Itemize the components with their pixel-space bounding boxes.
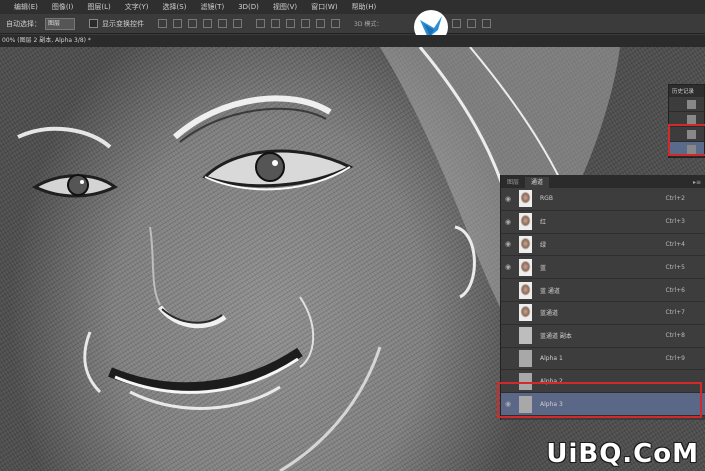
- history-state-thumb: [687, 99, 696, 109]
- distribute-vcenter-icon[interactable]: [271, 19, 280, 28]
- channel-thumbnail: [519, 281, 532, 299]
- channel-shortcut: Ctrl+8: [665, 332, 685, 340]
- channel-row[interactable]: 蓝 通道 Ctrl+6: [501, 279, 705, 302]
- 3d-slide-icon[interactable]: [467, 19, 477, 28]
- channel-thumbnail: [519, 235, 532, 253]
- panel-tabs: 图层 通道 ▸≡: [501, 175, 705, 188]
- channel-thumbnail: [519, 213, 532, 231]
- align-left-icon[interactable]: [203, 19, 212, 28]
- channel-name: 绿: [540, 241, 547, 249]
- align-vcenter-icon[interactable]: [173, 19, 182, 28]
- menu-3d[interactable]: 3D(D): [238, 3, 259, 11]
- selected-channel-highlight-box: [497, 382, 702, 418]
- channel-name: 红: [540, 219, 547, 227]
- 3d-mode-label: 3D 模式：: [354, 21, 383, 28]
- watermark-logo: UiBQ.CoM: [546, 439, 699, 469]
- channel-name: Alpha 1: [540, 354, 563, 362]
- auto-select-dropdown[interactable]: 图层: [45, 17, 75, 30]
- menu-view[interactable]: 视图(V): [273, 2, 297, 12]
- menu-bar: 编辑(E) 图像(I) 图层(L) 文字(Y) 选择(S) 滤镜(T) 3D(D…: [0, 0, 705, 14]
- history-state-thumb: [687, 114, 696, 124]
- channel-thumbnail: [519, 190, 532, 208]
- visibility-eye-icon[interactable]: ◉: [501, 240, 515, 248]
- align-hcenter-icon[interactable]: [218, 19, 227, 28]
- channel-thumbnail: [519, 327, 532, 345]
- visibility-eye-icon[interactable]: ◉: [501, 218, 515, 226]
- channel-row[interactable]: ◉ 绿 Ctrl+4: [501, 234, 705, 257]
- channel-name: 蓝通道: [540, 310, 559, 318]
- history-panel-title: 历史记录: [669, 85, 704, 97]
- channel-name: 蓝通道 副本: [540, 333, 572, 341]
- channel-thumbnail: [519, 304, 532, 322]
- channel-shortcut: Ctrl+7: [665, 309, 685, 317]
- menu-help[interactable]: 帮助(H): [352, 2, 377, 12]
- channel-row[interactable]: ◉ 蓝 Ctrl+5: [501, 256, 705, 280]
- history-highlight-box: [668, 124, 705, 156]
- menu-select[interactable]: 选择(S): [163, 2, 187, 12]
- channel-thumbnail: [519, 258, 532, 276]
- auto-select-label: 自动选择：: [6, 19, 41, 28]
- channel-shortcut: Ctrl+5: [665, 263, 685, 271]
- distribute-bottom-icon[interactable]: [286, 19, 295, 28]
- visibility-eye-icon[interactable]: ◉: [501, 263, 515, 271]
- menu-filter[interactable]: 滤镜(T): [200, 2, 224, 12]
- menu-window[interactable]: 窗口(W): [311, 2, 337, 12]
- menu-type[interactable]: 文字(Y): [125, 2, 149, 12]
- channel-thumbnail: [519, 349, 532, 367]
- panel-menu-icon[interactable]: ▸≡: [693, 177, 701, 188]
- distribute-right-icon[interactable]: [331, 19, 340, 28]
- channel-name: 蓝 通道: [540, 287, 560, 295]
- show-transform-label: 显示变换控件: [102, 19, 144, 28]
- document-tab[interactable]: 00% (图层 2 副本, Alpha 3/8) *: [0, 35, 705, 47]
- distribute-left-icon[interactable]: [301, 19, 310, 28]
- 3d-pan-icon[interactable]: [452, 19, 462, 28]
- channel-shortcut: Ctrl+2: [665, 195, 685, 203]
- align-top-icon[interactable]: [158, 19, 167, 28]
- channel-shortcut: Ctrl+9: [665, 354, 685, 362]
- channel-row[interactable]: Alpha 1 Ctrl+9: [501, 348, 705, 371]
- history-state[interactable]: [669, 97, 704, 112]
- menu-layer[interactable]: 图层(L): [87, 2, 110, 12]
- channel-row[interactable]: ◉ 红 Ctrl+3: [501, 211, 705, 234]
- 3d-scale-icon[interactable]: [482, 19, 492, 28]
- align-right-icon[interactable]: [233, 19, 242, 28]
- options-bar: 自动选择： 图层 显示变换控件 3D 模式：: [0, 14, 705, 34]
- menu-image[interactable]: 图像(I): [52, 2, 74, 12]
- channel-shortcut: Ctrl+6: [665, 286, 685, 294]
- align-bottom-icon[interactable]: [188, 19, 197, 28]
- show-transform-checkbox[interactable]: [89, 19, 98, 28]
- channel-shortcut: Ctrl+4: [665, 240, 685, 248]
- distribute-hcenter-icon[interactable]: [316, 19, 325, 28]
- channel-row[interactable]: 蓝通道 副本 Ctrl+8: [501, 325, 705, 348]
- channel-name: RGB: [540, 195, 553, 203]
- tab-channels[interactable]: 通道: [525, 177, 550, 188]
- channel-name: 蓝: [540, 264, 547, 272]
- tab-layers[interactable]: 图层: [501, 177, 525, 188]
- menu-edit[interactable]: 编辑(E): [14, 2, 38, 12]
- distribute-top-icon[interactable]: [256, 19, 265, 28]
- channel-row[interactable]: 蓝通道 Ctrl+7: [501, 302, 705, 325]
- channel-row[interactable]: ◉ RGB Ctrl+2: [501, 188, 705, 211]
- channel-shortcut: Ctrl+3: [665, 218, 685, 226]
- visibility-eye-icon[interactable]: ◉: [501, 195, 515, 203]
- document-title: 00% (图层 2 副本, Alpha 3/8) *: [2, 37, 91, 44]
